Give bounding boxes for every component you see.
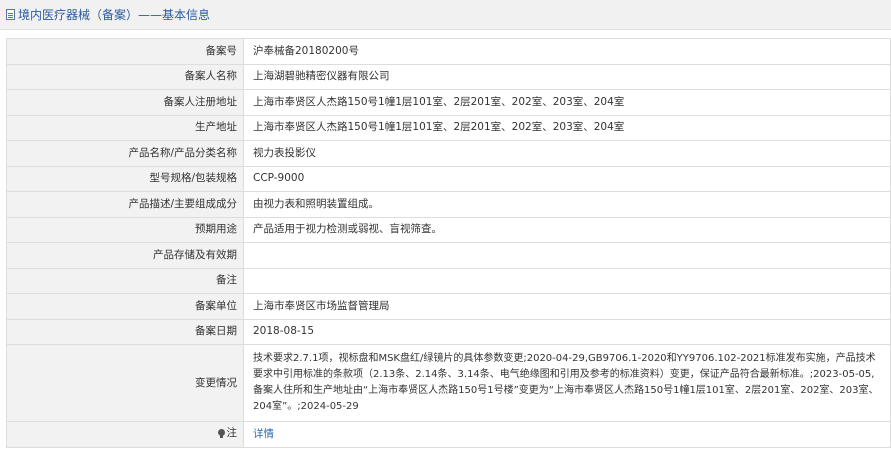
field-value-remarks	[243, 267, 891, 294]
field-label-registrant-name: 备案人名称	[6, 63, 244, 90]
field-value-registered-address: 上海市奉贤区人杰路150号1幢1层101室、2层201室、202室、203室、2…	[243, 89, 891, 116]
note-label-cell: 注	[6, 421, 244, 448]
table-row: 生产地址 上海市奉贤区人杰路150号1幢1层101室、2层201室、202室、2…	[6, 114, 891, 141]
details-link[interactable]: 详情	[253, 428, 274, 440]
info-table: 备案号 沪奉械备20180200号 备案人名称 上海湖碧驰精密仪器有限公司 备案…	[6, 38, 891, 448]
table-row: 变更情况 技术要求2.7.1项，视标盘和MSK盘红/绿镜片的具体参数变更;202…	[6, 344, 891, 422]
table-row: 备案单位 上海市奉贤区市场监督管理局	[6, 293, 891, 320]
field-label-storage-validity: 产品存储及有效期	[6, 242, 244, 269]
field-value-filing-date: 2018-08-15	[243, 318, 891, 345]
field-value-registrant-name: 上海湖碧驰精密仪器有限公司	[243, 63, 891, 90]
table-row: 备案人注册地址 上海市奉贤区人杰路150号1幢1层101室、2层201室、202…	[6, 89, 891, 116]
field-label-registered-address: 备案人注册地址	[6, 89, 244, 116]
table-row: 型号规格/包装规格 CCP-9000	[6, 165, 891, 192]
table-row: 备案人名称 上海湖碧驰精密仪器有限公司	[6, 63, 891, 90]
note-label: 注	[217, 426, 238, 441]
field-value-model-spec: CCP-9000	[243, 165, 891, 192]
table-row: 产品存储及有效期	[6, 242, 891, 269]
field-value-product-name: 视力表投影仪	[243, 140, 891, 167]
field-label-production-address: 生产地址	[6, 114, 244, 141]
field-label-product-name: 产品名称/产品分类名称	[6, 140, 244, 167]
note-label-text: 注	[226, 426, 238, 439]
field-label-change-history: 变更情况	[6, 344, 244, 422]
field-value-product-description: 由视力表和照明装置组成。	[243, 191, 891, 218]
table-row: 注 详情	[6, 421, 891, 448]
field-value-record-number: 沪奉械备20180200号	[243, 38, 891, 65]
page-title: 境内医疗器械（备案）——基本信息	[18, 8, 211, 22]
table-row: 预期用途 产品适用于视力检测或弱视、盲视筛查。	[6, 216, 891, 243]
field-value-intended-use: 产品适用于视力检测或弱视、盲视筛查。	[243, 216, 891, 243]
field-label-product-description: 产品描述/主要组成成分	[6, 191, 244, 218]
table-row: 备案日期 2018-08-15	[6, 318, 891, 345]
document-icon	[6, 9, 15, 20]
field-label-filing-unit: 备案单位	[6, 293, 244, 320]
field-label-model-spec: 型号规格/包装规格	[6, 165, 244, 192]
field-value-filing-unit: 上海市奉贤区市场监督管理局	[243, 293, 891, 320]
field-label-record-number: 备案号	[6, 38, 244, 65]
field-label-remarks: 备注	[6, 267, 244, 294]
table-row: 备注	[6, 267, 891, 294]
field-label-filing-date: 备案日期	[6, 318, 244, 345]
field-value-production-address: 上海市奉贤区人杰路150号1幢1层101室、2层201室、202室、203室、2…	[243, 114, 891, 141]
field-value-change-history: 技术要求2.7.1项，视标盘和MSK盘红/绿镜片的具体参数变更;2020-04-…	[243, 344, 891, 422]
table-row: 产品名称/产品分类名称 视力表投影仪	[6, 140, 891, 167]
lightbulb-icon	[217, 428, 225, 438]
page-header: 境内医疗器械（备案）——基本信息	[0, 0, 891, 30]
info-table-container: 备案号 沪奉械备20180200号 备案人名称 上海湖碧驰精密仪器有限公司 备案…	[6, 38, 891, 448]
table-row: 备案号 沪奉械备20180200号	[6, 38, 891, 65]
table-row: 产品描述/主要组成成分 由视力表和照明装置组成。	[6, 191, 891, 218]
field-label-intended-use: 预期用途	[6, 216, 244, 243]
field-value-storage-validity	[243, 242, 891, 269]
note-value-cell: 详情	[243, 421, 891, 448]
